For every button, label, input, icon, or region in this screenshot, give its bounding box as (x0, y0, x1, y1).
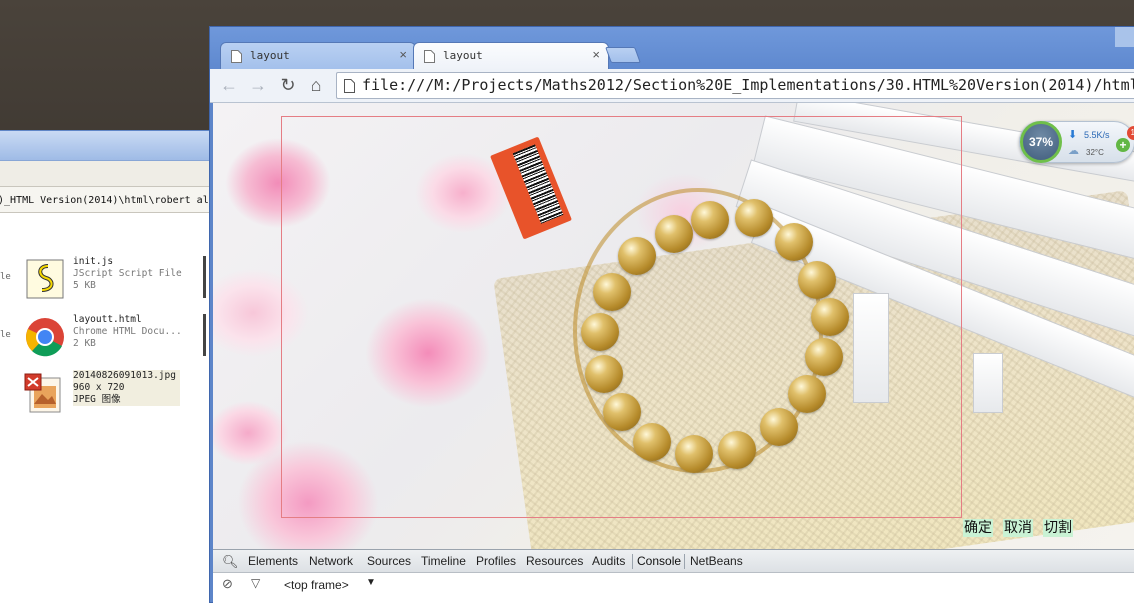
page-icon (424, 50, 435, 63)
temperature: 32°C (1086, 148, 1104, 157)
file-item-layoutt-html[interactable]: le layoutt.html Chrome HTML Docu... 2 KB (0, 314, 212, 358)
close-icon[interactable]: × (592, 47, 600, 62)
clear-console-icon[interactable]: ⊘ (222, 576, 233, 592)
cpu-percent: 37% (1020, 121, 1062, 163)
tab-profiles[interactable]: Profiles (476, 554, 516, 568)
file-meta: init.js JScript Script File 5 KB (73, 256, 182, 292)
window-edge (203, 256, 206, 298)
devtools-panel: 🔍︎ Elements Network Sources Timeline Pro… (213, 549, 1134, 603)
close-icon[interactable]: × (399, 47, 407, 62)
tab-separator (632, 554, 633, 569)
page-icon (231, 50, 242, 63)
devtools-tab-bar: 🔍︎ Elements Network Sources Timeline Pro… (213, 550, 1134, 573)
url-text: file:///M:/Projects/Maths2012/Section%20… (362, 76, 1134, 94)
system-monitor-widget[interactable]: 37% ⬇ 5.5K/s ☁ 32°C + 18 (1019, 121, 1134, 163)
tab-separator (684, 554, 685, 569)
window-controls[interactable] (1115, 27, 1134, 47)
confirm-button[interactable]: 确定 (963, 519, 993, 537)
plus-icon[interactable]: + (1116, 138, 1130, 152)
address-bar[interactable]: file:///M:/Projects/Maths2012/Section%20… (336, 72, 1134, 99)
explorer-path-text: )_HTML Version(2014)\html\robert al (0, 195, 209, 206)
forward-button[interactable]: → (247, 74, 269, 96)
tab-network[interactable]: Network (309, 554, 353, 568)
chevron-down-icon[interactable]: ▼ (366, 577, 376, 588)
download-arrow-icon: ⬇ (1068, 129, 1078, 141)
reload-button[interactable]: ↻ (277, 74, 299, 96)
file-cut-label: le (0, 272, 11, 282)
tab-title: layout (250, 49, 290, 62)
cancel-button[interactable]: 取消 (1003, 519, 1033, 537)
page-viewport: 37% ⬇ 5.5K/s ☁ 32°C + 18 确定取消切割 (213, 103, 1134, 549)
browser-toolbar: ← → ↻ ⌂ file:///M:/Projects/Maths2012/Se… (210, 69, 1134, 103)
file-name: 20140826091013.jpg (73, 370, 176, 381)
jpeg-image-file-icon (24, 372, 66, 414)
file-size: 2 KB (73, 338, 96, 349)
page-icon (344, 79, 355, 93)
file-cut-label: le (0, 330, 11, 340)
browser-window: layout × layout × ← → ↻ ⌂ file:///M:/Pro… (209, 26, 1134, 603)
tab-strip: layout × layout × (210, 27, 1134, 71)
file-item-init-js[interactable]: le init.js JScript Script File 5 KB (0, 256, 212, 300)
file-name: layoutt.html (73, 314, 142, 325)
file-meta: layoutt.html Chrome HTML Docu... 2 KB (73, 314, 182, 350)
crop-button[interactable]: 切割 (1043, 519, 1073, 537)
tab-layout-1[interactable]: layout × (220, 42, 416, 70)
tab-layout-2[interactable]: layout × (413, 42, 609, 71)
cloud-icon: ☁ (1068, 145, 1079, 157)
jscript-file-icon (24, 258, 66, 300)
file-item-jpg[interactable]: 20140826091013.jpg 960 x 720 JPEG 图像 (0, 370, 212, 414)
filter-icon[interactable]: ▽ (251, 576, 260, 590)
home-button[interactable]: ⌂ (305, 74, 327, 96)
file-meta: 20140826091013.jpg 960 x 720 JPEG 图像 (73, 370, 180, 406)
chrome-html-file-icon (24, 316, 66, 358)
tab-console[interactable]: Console (637, 554, 681, 568)
tab-resources[interactable]: Resources (526, 554, 583, 568)
explorer-toolbar (0, 161, 212, 187)
tab-title: layout (443, 49, 483, 62)
file-size: 5 KB (73, 280, 96, 291)
file-type: Chrome HTML Docu... (73, 326, 182, 337)
tab-netbeans[interactable]: NetBeans (690, 554, 743, 568)
frame-selector[interactable]: <top frame> (284, 578, 349, 592)
window-edge (203, 314, 206, 356)
file-dimensions: 960 x 720 (73, 382, 125, 393)
tab-audits[interactable]: Audits (592, 554, 625, 568)
notification-badge: 18 (1127, 126, 1134, 140)
file-kind: JPEG 图像 (73, 394, 121, 405)
crop-selection-rectangle[interactable] (281, 116, 962, 518)
tab-sources[interactable]: Sources (367, 554, 411, 568)
explorer-address-bar[interactable]: )_HTML Version(2014)\html\robert al (0, 187, 212, 213)
crop-actions: 确定 取消 切割 (963, 519, 1083, 537)
search-icon[interactable]: 🔍︎ (222, 554, 239, 570)
network-speed: 5.5K/s (1084, 130, 1110, 140)
explorer-titlebar[interactable] (0, 131, 212, 161)
file-type: JScript Script File (73, 268, 182, 279)
file-explorer-window: )_HTML Version(2014)\html\robert al le i… (0, 130, 212, 603)
file-name: init.js (73, 256, 114, 267)
console-toolbar: ⊘ ▽ <top frame> ▼ (213, 573, 1134, 597)
back-button[interactable]: ← (218, 74, 240, 96)
new-tab-button[interactable] (605, 47, 641, 63)
tab-elements[interactable]: Elements (248, 554, 298, 568)
tab-timeline[interactable]: Timeline (421, 554, 466, 568)
